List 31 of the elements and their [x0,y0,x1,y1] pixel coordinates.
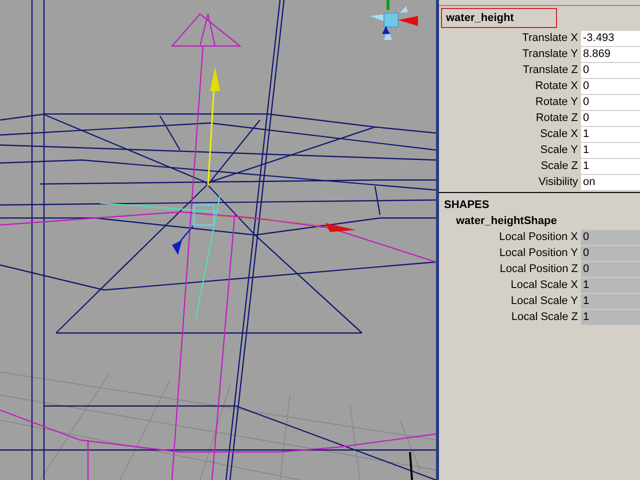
attribute-field[interactable]: 1 [581,142,640,158]
attribute-label: Rotate Z [534,112,579,124]
object-name[interactable]: water_height [441,8,557,28]
attribute-label: Translate Y [521,48,579,60]
attribute-label: Scale X [539,128,579,140]
section-title: SHAPES [443,198,490,213]
attribute-label: Translate Z [522,64,579,76]
attribute-field[interactable]: 0 [581,62,640,78]
attribute-label: Local Scale Z [510,311,579,323]
attribute-field[interactable]: on [581,174,640,190]
attribute-field[interactable]: 1 [581,126,640,142]
move-manipulator-icon [99,67,356,319]
attribute-field[interactable]: 8.869 [581,46,640,62]
attribute-field[interactable]: 0 [581,94,640,110]
shape-name[interactable]: water_heightShape [439,213,640,229]
attribute-label: Visibility [537,176,579,188]
attribute-label: Local Scale Y [510,295,579,307]
attribute-field[interactable]: -3.493 [581,30,640,46]
attribute-label: Scale Z [540,160,579,172]
attribute-label: Scale Y [539,144,579,156]
attribute-label: Local Position Z [498,263,579,275]
attribute-label: Translate X [521,32,579,44]
attribute-label: Rotate Y [534,96,579,108]
attribute-label: Local Scale X [510,279,579,291]
attribute-field[interactable]: 1 [581,158,640,174]
view-cube-icon [370,0,418,40]
attribute-label: Local Position X [498,231,579,243]
attribute-field[interactable]: 0 [581,78,640,94]
attribute-field[interactable]: 0 [581,110,640,126]
attribute-label: Rotate X [534,80,579,92]
attribute-label: Local Position Y [498,247,579,259]
